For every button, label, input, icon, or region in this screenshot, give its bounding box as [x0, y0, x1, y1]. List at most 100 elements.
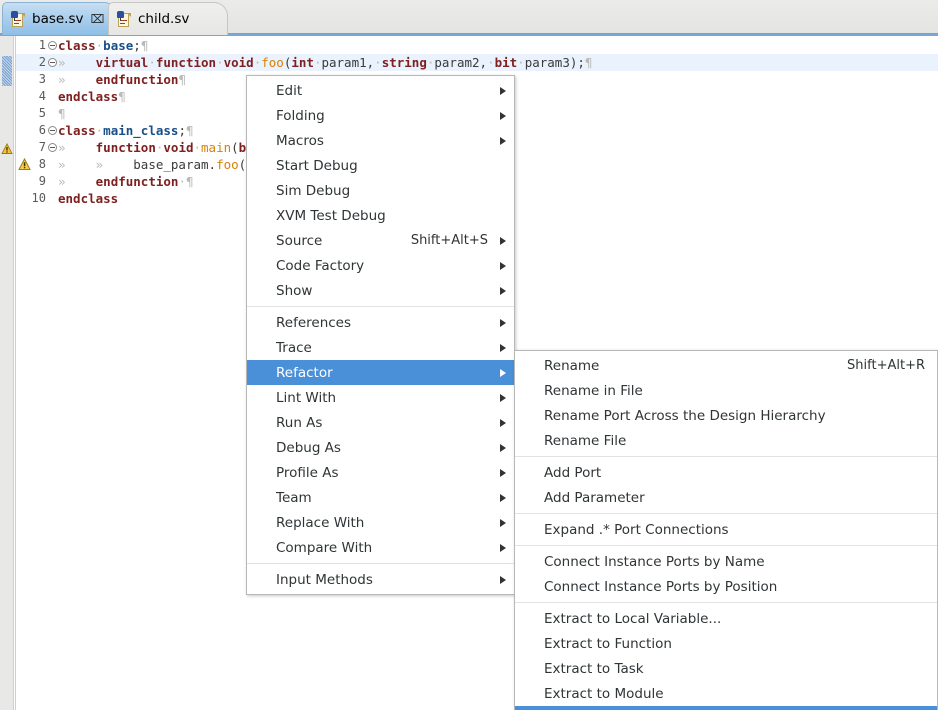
token: param3 — [525, 55, 570, 70]
line-number: 8 — [16, 156, 46, 173]
token: foo — [261, 55, 284, 70]
refactor-item-rename-port-across-the-design-hierarchy[interactable]: Rename Port Across the Design Hierarchy — [515, 403, 937, 428]
menu-item-references[interactable]: References — [247, 310, 514, 335]
token — [66, 174, 96, 189]
line-number: 2 — [16, 54, 46, 71]
tab-label: child.sv — [138, 11, 189, 27]
menu-item-compare-with[interactable]: Compare With — [247, 535, 514, 560]
token: virtual — [96, 55, 149, 70]
chevron-right-icon — [500, 262, 506, 270]
menu-item-label: Connect Instance Ports by Name — [544, 554, 765, 570]
menu-item-trace[interactable]: Trace — [247, 335, 514, 360]
code-line[interactable]: 2» virtual·function·void·foo(int·param1,… — [16, 54, 938, 71]
token — [66, 55, 96, 70]
menu-item-label: Code Factory — [276, 258, 364, 274]
close-icon[interactable]: ⌧ — [91, 13, 105, 25]
fold-collapse-icon[interactable] — [48, 58, 57, 67]
refactor-item-connect-instance-ports-by-position[interactable]: Connect Instance Ports by Position — [515, 574, 937, 599]
code-text: » endfunction¶ — [58, 71, 186, 88]
menu-item-macros[interactable]: Macros — [247, 128, 514, 153]
refactor-item-extract-to-function[interactable]: Extract to Function — [515, 631, 937, 656]
menu-item-source[interactable]: SourceShift+Alt+S — [247, 228, 514, 253]
menu-item-label: Extract to Function — [544, 636, 672, 652]
token: ¶ — [178, 72, 186, 87]
code-text: ¶ — [58, 105, 66, 122]
chevron-right-icon — [500, 287, 506, 295]
token: · — [148, 55, 156, 70]
menu-item-label: Refactor — [276, 365, 333, 381]
menu-item-code-factory[interactable]: Code Factory — [247, 253, 514, 278]
refactor-item-extract-to-module[interactable]: Extract to Module — [515, 681, 937, 706]
token: base_param. — [133, 157, 216, 172]
warning-marker-icon[interactable] — [1, 140, 13, 152]
menu-item-debug-as[interactable]: Debug As — [247, 435, 514, 460]
token: , — [480, 55, 488, 70]
menu-item-sim-debug[interactable]: Sim Debug — [247, 178, 514, 203]
token: ¶ — [118, 89, 126, 104]
token: endfunction — [96, 72, 179, 87]
token: endclass — [58, 89, 118, 104]
code-line[interactable]: 1class·base;¶ — [16, 37, 938, 54]
token: int — [291, 55, 314, 70]
chevron-right-icon — [500, 237, 506, 245]
menu-item-run-as[interactable]: Run As — [247, 410, 514, 435]
menu-item-input-methods[interactable]: Input Methods — [247, 567, 514, 592]
chevron-right-icon — [500, 469, 506, 477]
menu-item-label: Macros — [276, 133, 324, 149]
editor-context-menu[interactable]: EditFolding Macros Start Debug Sim Debug XVM… — [246, 75, 515, 595]
refactor-item-expand-port-connections[interactable]: Expand .* Port Connections — [515, 517, 937, 542]
menu-item-label: Add Port — [544, 465, 601, 481]
menu-item-profile-as[interactable]: Profile As — [247, 460, 514, 485]
menu-item-label: Sim Debug — [276, 183, 350, 199]
menu-item-label: Connect Instance Ports by Position — [544, 579, 777, 595]
fold-collapse-icon[interactable] — [48, 126, 57, 135]
token: · — [216, 55, 224, 70]
menu-item-label: Expand .* Port Connections — [544, 522, 729, 538]
menu-item-lint-with[interactable]: Lint With — [247, 385, 514, 410]
token — [66, 157, 96, 172]
refactor-item-add-parameter[interactable]: Add Parameter — [515, 485, 937, 510]
menu-item-xvm-test-debug[interactable]: XVM Test Debug — [247, 203, 514, 228]
line-number: 7 — [16, 139, 46, 156]
annotation-ruler[interactable] — [0, 36, 14, 710]
menu-item-replace-with[interactable]: Replace With — [247, 510, 514, 535]
menu-separator — [247, 563, 514, 564]
refactor-item-rename-in-file[interactable]: Rename in File — [515, 378, 937, 403]
refactor-item-extract-to-local-variable[interactable]: Extract to Local Variable... — [515, 606, 937, 631]
menu-item-label: Input Methods — [276, 572, 373, 588]
refactor-item-rename-file[interactable]: Rename File — [515, 428, 937, 453]
token: main_class — [103, 123, 178, 138]
menu-item-label: Source — [276, 233, 322, 249]
menu-item-refactor[interactable]: Refactor — [247, 360, 514, 385]
token: ¶ — [186, 174, 194, 189]
menu-item-edit[interactable]: Edit — [247, 78, 514, 103]
menu-item-folding[interactable]: Folding — [247, 103, 514, 128]
menu-item-start-debug[interactable]: Start Debug — [247, 153, 514, 178]
systemverilog-file-icon — [117, 11, 132, 28]
refactor-item-extract-to-task[interactable]: Extract to Task — [515, 656, 937, 681]
refactor-item-connect-instance-ports-by-name[interactable]: Connect Instance Ports by Name — [515, 549, 937, 574]
fold-collapse-icon[interactable] — [48, 41, 57, 50]
token: » — [58, 55, 66, 70]
token: » — [58, 157, 66, 172]
fold-collapse-icon[interactable] — [48, 143, 57, 152]
menu-item-team[interactable]: Team — [247, 485, 514, 510]
token — [66, 140, 96, 155]
refactor-item-rename[interactable]: RenameShift+Alt+R — [515, 353, 937, 378]
menu-item-label: Rename in File — [544, 383, 643, 399]
refactor-item-change-method-signature[interactable]: Change Method SignatureShift+Alt+C — [515, 706, 937, 710]
token: main — [201, 140, 231, 155]
token: class — [58, 38, 96, 53]
chevron-right-icon — [500, 544, 506, 552]
token: endfunction — [96, 174, 179, 189]
tab-base-sv[interactable]: base.sv ⌧ — [2, 2, 118, 35]
menu-item-show[interactable]: Show — [247, 278, 514, 303]
tab-child-sv[interactable]: child.sv — [108, 2, 228, 35]
menu-separator — [515, 513, 937, 514]
refactor-item-add-port[interactable]: Add Port — [515, 460, 937, 485]
refactor-submenu[interactable]: RenameShift+Alt+R Rename in File Rename Po… — [514, 350, 938, 710]
token: endclass — [58, 191, 118, 206]
menu-item-label: Rename Port Across the Design Hierarchy — [544, 408, 826, 424]
token: · — [374, 55, 382, 70]
menu-item-label: Rename — [544, 358, 599, 374]
